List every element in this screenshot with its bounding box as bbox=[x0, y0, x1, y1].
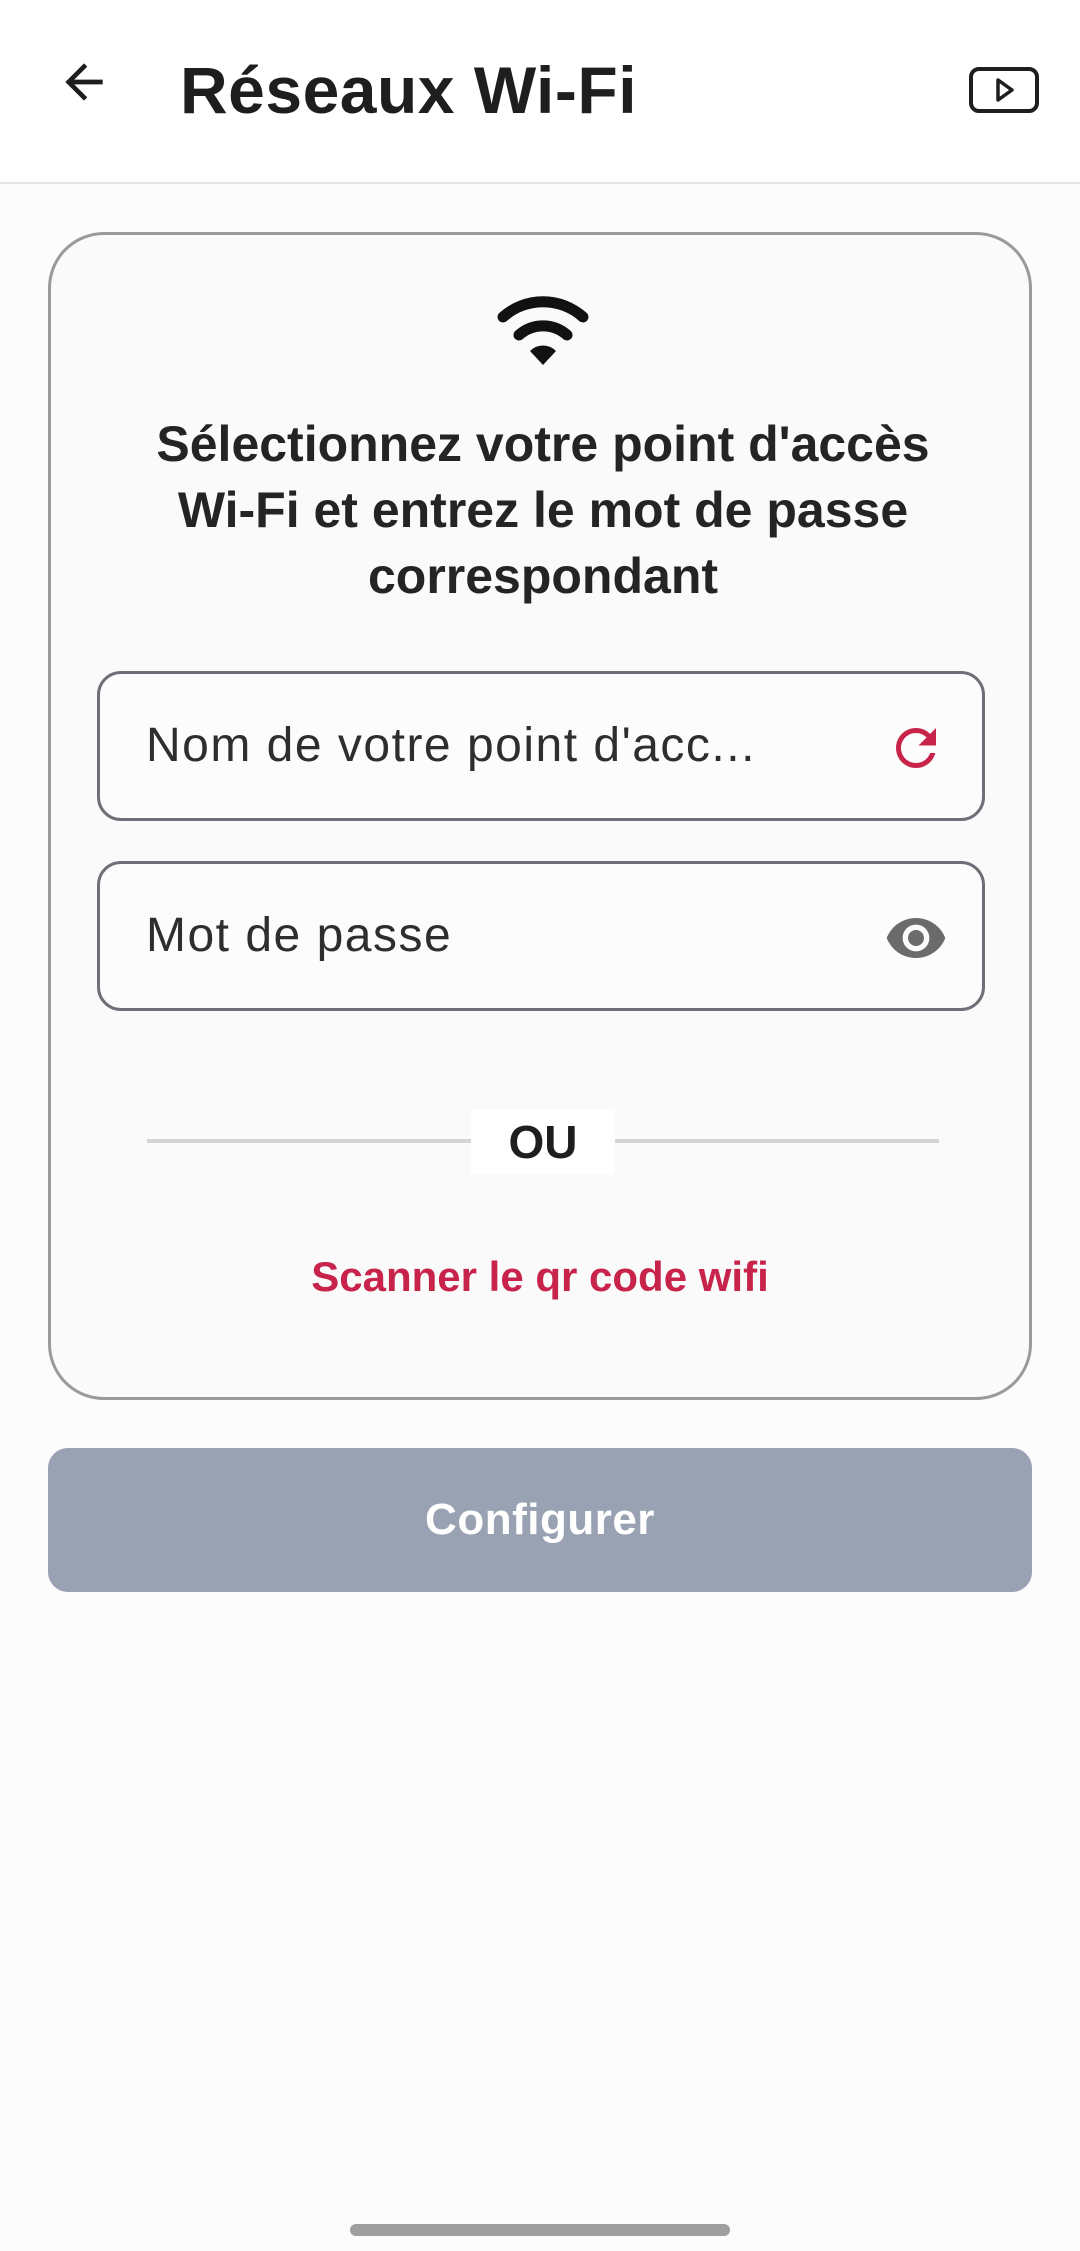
instructions-heading: Sélectionnez votre point d'accès Wi-Fi e… bbox=[156, 416, 930, 604]
divider-line-left bbox=[147, 1139, 471, 1143]
password-placeholder: Mot de passe bbox=[146, 909, 453, 962]
scan-qr-code-link[interactable]: Scanner le qr code wifi bbox=[51, 1253, 1029, 1301]
wifi-icon bbox=[497, 296, 589, 365]
wifi-setup-card: Sélectionnez votre point d'accès Wi-Fi e… bbox=[48, 232, 1032, 1400]
refresh-networks-button[interactable] bbox=[884, 716, 948, 780]
page-title: Réseaux Wi-Fi bbox=[180, 53, 638, 127]
video-tutorial-button[interactable] bbox=[964, 58, 1044, 122]
ssid-input[interactable]: Nom de votre point d'acc... bbox=[97, 671, 985, 821]
refresh-icon bbox=[896, 728, 936, 768]
home-indicator[interactable] bbox=[350, 2224, 730, 2236]
or-divider-label: OU bbox=[471, 1109, 615, 1175]
configure-button[interactable]: Configurer bbox=[48, 1448, 1032, 1592]
toggle-password-visibility-button[interactable] bbox=[884, 906, 948, 970]
arrow-left-icon bbox=[65, 63, 103, 101]
ssid-placeholder: Nom de votre point d'acc... bbox=[146, 719, 756, 772]
divider-line-right bbox=[615, 1139, 939, 1143]
video-play-icon bbox=[969, 67, 1039, 113]
back-button[interactable] bbox=[48, 46, 120, 118]
password-input[interactable]: Mot de passe bbox=[97, 861, 985, 1011]
app-bar: Réseaux Wi-Fi bbox=[0, 0, 1080, 184]
eye-icon bbox=[886, 918, 946, 958]
